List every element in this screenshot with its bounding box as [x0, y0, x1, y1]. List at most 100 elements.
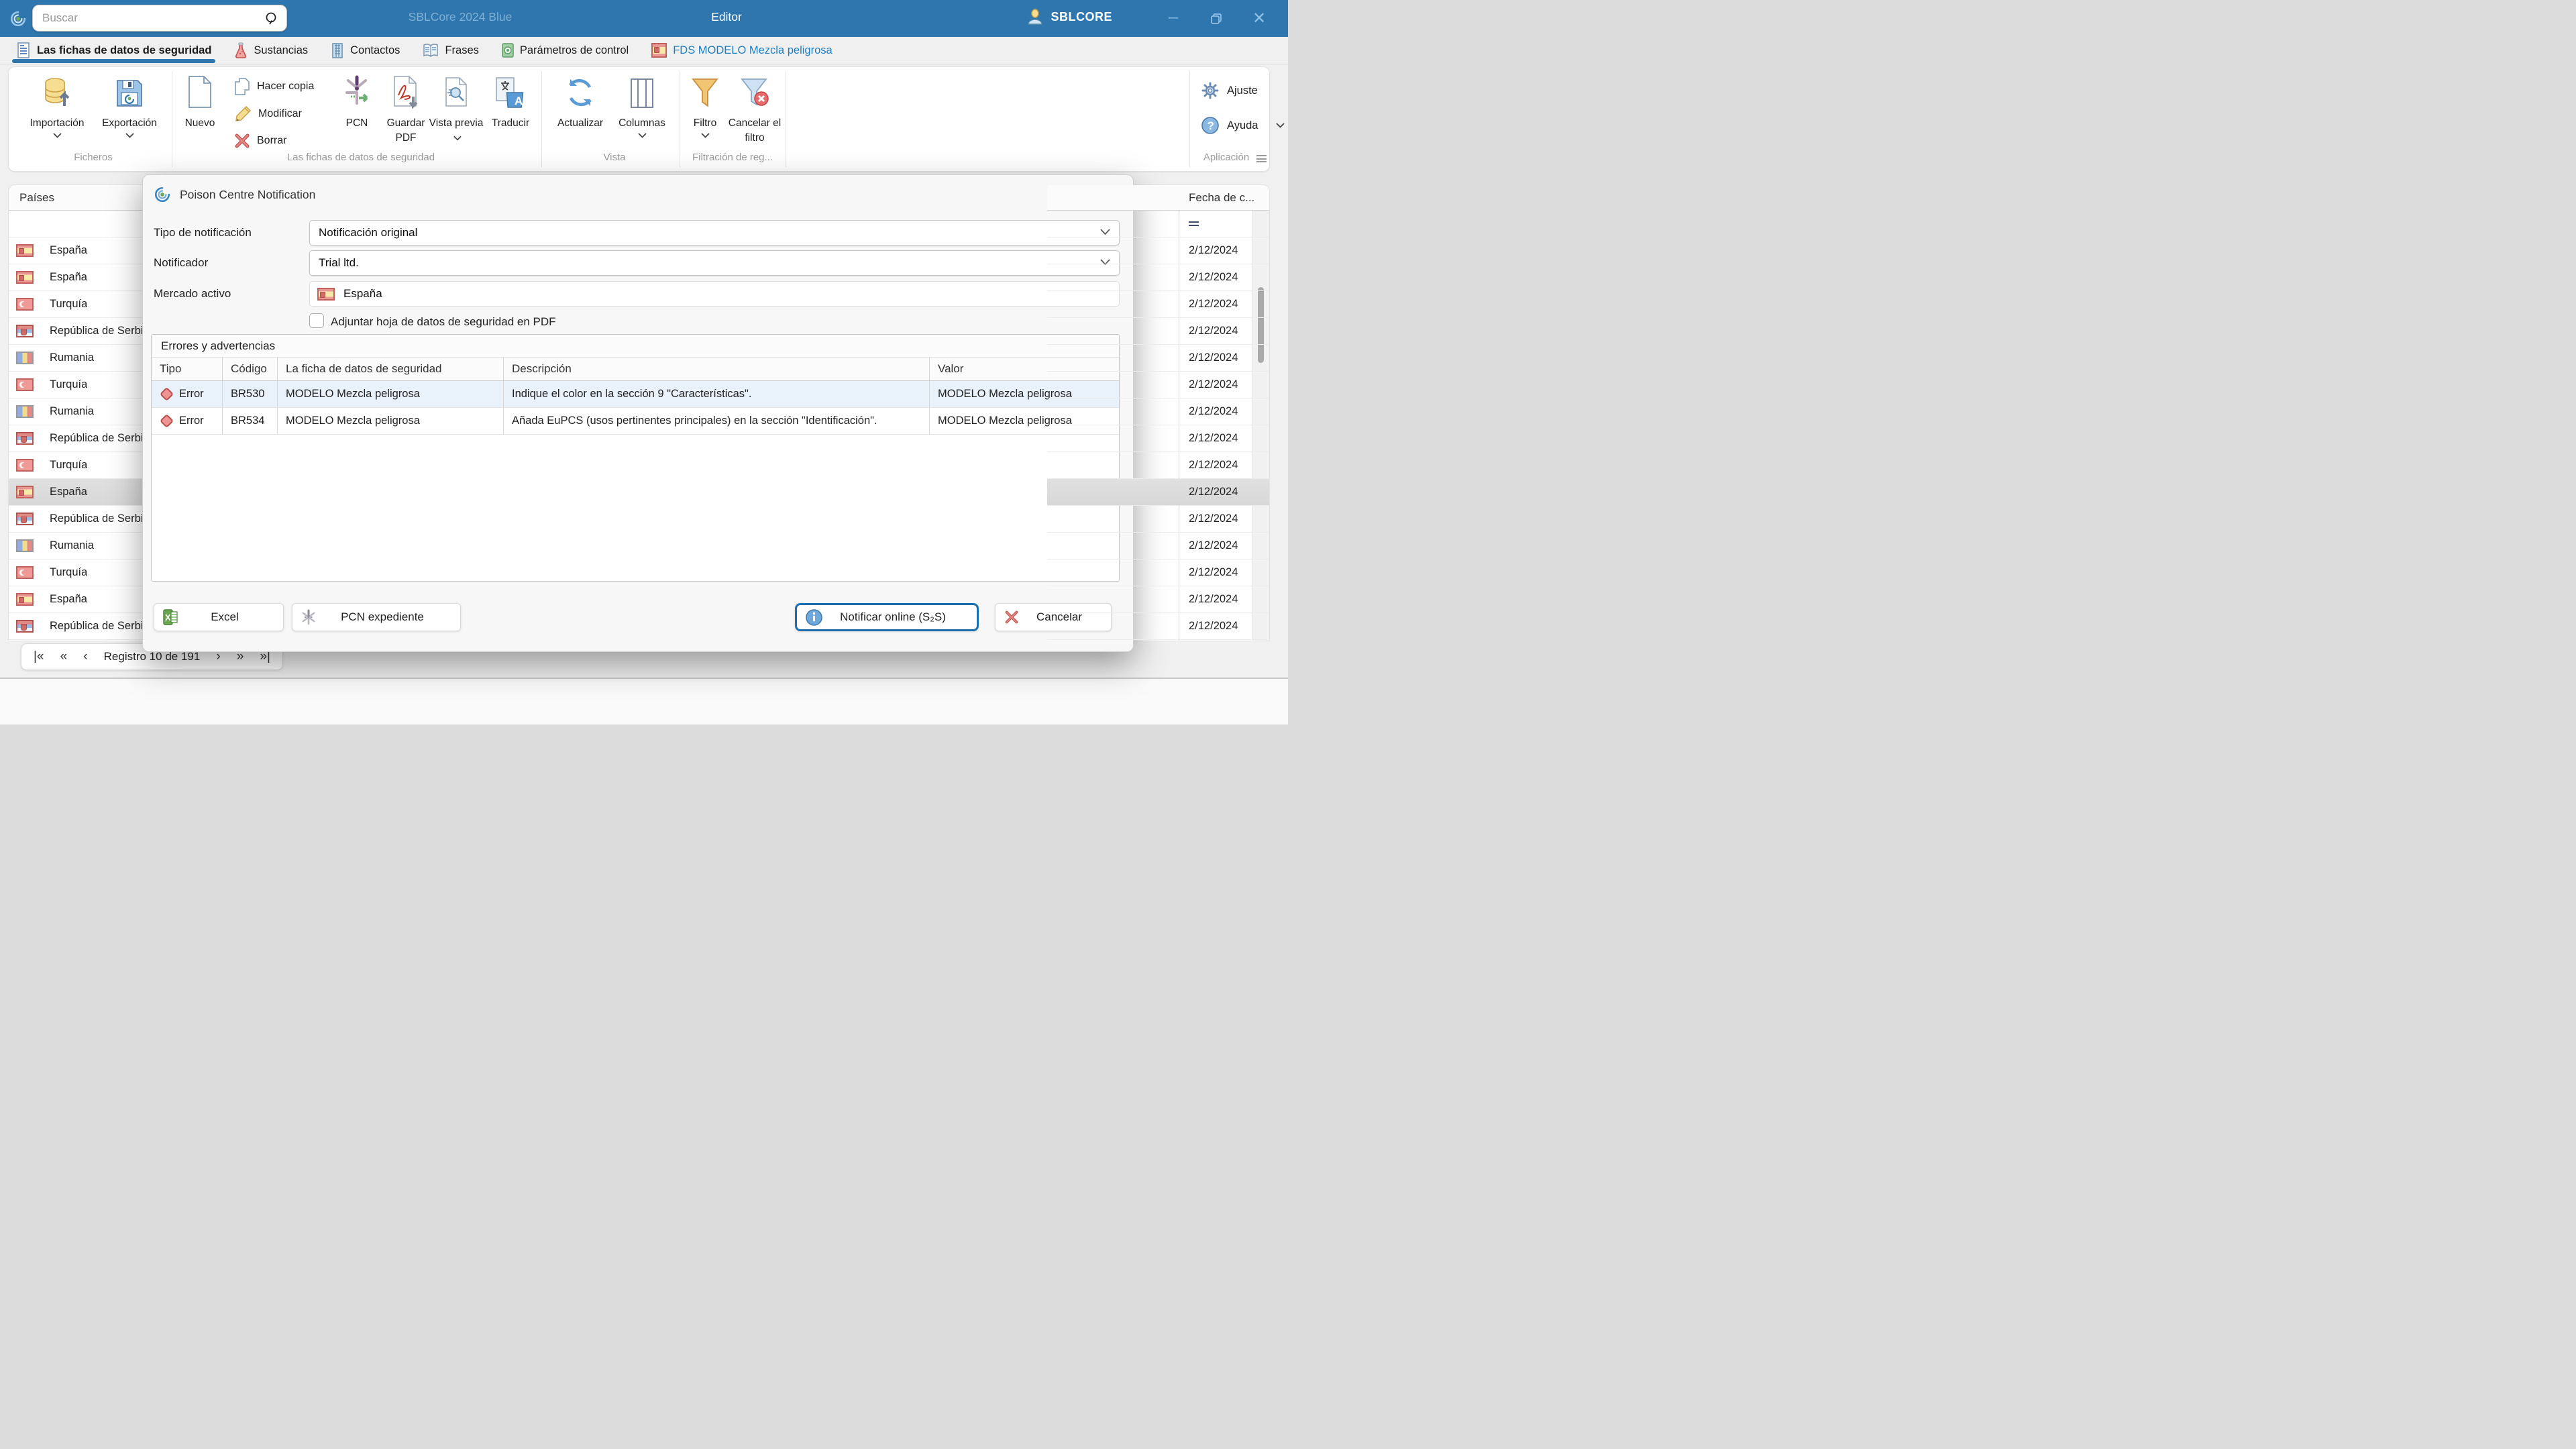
tab-contactos[interactable]: Contactos	[331, 37, 400, 64]
search-icon[interactable]	[264, 11, 280, 27]
chevron-down-icon[interactable]	[1276, 123, 1285, 128]
date-row[interactable]: 2/12/2024	[1047, 372, 1269, 398]
country-name: República de Serbi	[50, 620, 143, 633]
chevron-down-icon[interactable]	[638, 133, 647, 138]
button-label: Traducir	[492, 116, 529, 131]
fast-prev-button[interactable]: «	[60, 649, 68, 664]
sblcore-logo-icon	[154, 186, 171, 203]
spain-flag-icon	[317, 288, 335, 301]
group-menu-icon[interactable]	[1256, 155, 1267, 162]
tab-fichas-seguridad[interactable]: Las fichas de datos de seguridad	[16, 37, 211, 64]
dates-table: Fecha de c... 2/12/2024 2/12/2024 2/12/2…	[1046, 184, 1270, 641]
close-button[interactable]: ✕	[1244, 0, 1275, 37]
error-type: Error	[179, 415, 204, 427]
date-value: 2/12/2024	[1189, 486, 1238, 498]
button-label: Importación	[30, 116, 85, 131]
col-header-tipo[interactable]: Tipo	[152, 358, 223, 380]
preview-button[interactable]: Vista previa	[425, 71, 487, 146]
country-flag-icon	[16, 620, 34, 633]
settings-button[interactable]: Ajuste	[1201, 82, 1258, 99]
date-row[interactable]: 2/12/2024	[1047, 425, 1269, 452]
date-row[interactable]: 2/12/2024	[1047, 533, 1269, 559]
chevron-down-icon[interactable]	[453, 136, 462, 141]
col-header-codigo[interactable]: Código	[223, 358, 278, 380]
import-button[interactable]: Importación	[26, 71, 88, 138]
date-row[interactable]: 2/12/2024	[1047, 613, 1269, 640]
date-value: 2/12/2024	[1189, 593, 1238, 606]
delete-button[interactable]: Borrar	[234, 133, 286, 149]
button-label: PCN	[346, 116, 368, 131]
search-box[interactable]	[32, 5, 287, 32]
chevron-down-icon[interactable]	[125, 133, 134, 138]
modify-button[interactable]: Modificar	[234, 105, 302, 123]
date-row[interactable]: 2/12/2024	[1047, 345, 1269, 372]
cancel-filter-button[interactable]: Cancelar el filtro	[724, 71, 786, 146]
equals-filter-icon[interactable]	[1189, 221, 1199, 226]
refresh-button[interactable]: Actualizar	[549, 71, 611, 131]
date-value: 2/12/2024	[1189, 620, 1238, 633]
tipo-notificacion-select[interactable]: Notificación original	[309, 220, 1120, 246]
building-icon	[331, 42, 344, 58]
error-description: Indique el color en la sección 9 "Caract…	[504, 381, 930, 407]
copy-button[interactable]: Hacer copia	[234, 78, 314, 95]
export-floppy-icon	[115, 78, 144, 109]
dates-header[interactable]: Fecha de c...	[1047, 185, 1269, 211]
country-name: Turquía	[50, 378, 87, 391]
chevron-down-icon[interactable]	[701, 133, 710, 138]
help-icon: ?	[1201, 117, 1219, 134]
button-label: Exportación	[102, 116, 157, 131]
svg-text:A: A	[515, 95, 523, 107]
attach-pdf-checkbox[interactable]	[309, 313, 324, 328]
country-name: España	[50, 486, 87, 498]
tab-frases[interactable]: Frases	[423, 37, 478, 64]
date-row[interactable]: 2/12/2024	[1047, 452, 1269, 479]
cancel-x-icon	[1004, 610, 1019, 625]
maximize-button[interactable]	[1201, 0, 1232, 37]
button-label: Columnas	[619, 116, 665, 131]
date-row[interactable]: 2/12/2024	[1047, 479, 1269, 506]
error-sds-name: MODELO Mezcla peligrosa	[278, 381, 504, 407]
columns-button[interactable]: Columnas	[611, 71, 673, 138]
notify-online-button[interactable]: Notificar online (S₂S)	[795, 603, 979, 631]
notificador-select[interactable]: Trial ltd.	[309, 250, 1120, 276]
date-row[interactable]: 2/12/2024	[1047, 559, 1269, 586]
first-record-button[interactable]: |«	[34, 649, 44, 664]
country-flag-icon	[16, 244, 34, 257]
translate-button[interactable]: A Traducir	[480, 71, 541, 131]
col-header-ficha[interactable]: La ficha de datos de seguridad	[278, 358, 504, 380]
preview-icon	[442, 76, 470, 109]
country-flag-icon	[16, 432, 34, 445]
tab-parametros-control[interactable]: Parámetros de control	[502, 37, 629, 64]
country-name: República de Serbi	[50, 432, 143, 445]
tab-fds-modelo[interactable]: FDS MODELO Mezcla peligrosa	[651, 37, 833, 64]
pcn-asterisk-icon	[301, 609, 316, 625]
error-row[interactable]: Error BR530 MODELO Mezcla peligrosa Indi…	[152, 381, 1119, 408]
errors-header-row: Tipo Código La ficha de datos de segurid…	[152, 357, 1119, 381]
selected-option: Notificación original	[319, 226, 417, 239]
tab-sustancias[interactable]: Sustancias	[234, 37, 308, 64]
columns-icon	[629, 78, 655, 109]
search-input[interactable]	[42, 8, 257, 28]
excel-button[interactable]: X Excel	[154, 603, 284, 631]
button-label: Vista previa	[425, 116, 487, 146]
date-row[interactable]: 2/12/2024	[1047, 586, 1269, 613]
prev-record-button[interactable]: ‹	[83, 649, 87, 664]
date-row[interactable]: 2/12/2024	[1047, 506, 1269, 533]
date-row[interactable]: 2/12/2024	[1047, 237, 1269, 264]
export-button[interactable]: Exportación	[99, 71, 160, 138]
poison-centre-notification-dialog: Poison Centre Notification ✕ Tipo de not…	[142, 174, 1134, 652]
user-account[interactable]: SBLCORE	[1026, 8, 1112, 25]
country-name: España	[50, 271, 87, 284]
date-row[interactable]: 2/12/2024	[1047, 398, 1269, 425]
minimize-button[interactable]: ─	[1158, 0, 1189, 37]
date-row[interactable]: 2/12/2024	[1047, 264, 1269, 291]
new-button[interactable]: Nuevo	[169, 71, 231, 131]
chevron-down-icon[interactable]	[53, 133, 62, 138]
col-header-descripcion[interactable]: Descripción	[504, 358, 930, 380]
date-row[interactable]: 2/12/2024	[1047, 291, 1269, 318]
error-row[interactable]: Error BR534 MODELO Mezcla peligrosa Añad…	[152, 408, 1119, 435]
help-button[interactable]: ? Ayuda	[1201, 117, 1285, 134]
date-row[interactable]: 2/12/2024	[1047, 318, 1269, 345]
filter-row[interactable]	[1047, 211, 1269, 237]
pcn-dossier-button[interactable]: PCN expediente	[292, 603, 461, 631]
